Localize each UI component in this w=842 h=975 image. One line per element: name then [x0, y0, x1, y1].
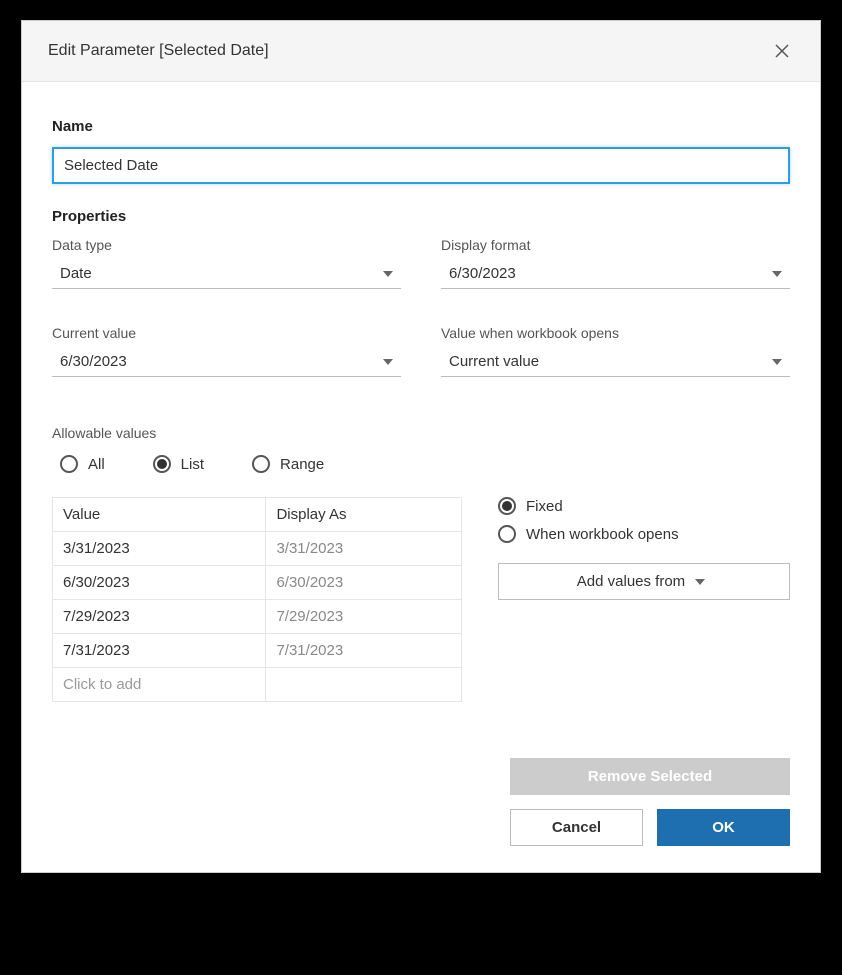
display-format-field: Display format 6/30/2023 — [441, 237, 790, 289]
chevron-down-icon — [383, 359, 393, 365]
properties-grid: Data type Date Display format 6/30/2023 … — [52, 237, 790, 377]
allowable-all-radio[interactable]: All — [60, 455, 105, 473]
table-row[interactable]: 7/29/2023 7/29/2023 — [53, 600, 462, 634]
cell-value: 6/30/2023 — [53, 566, 266, 600]
add-values-label: Add values from — [577, 573, 685, 590]
allowable-list-radio[interactable]: List — [153, 455, 204, 473]
chevron-down-icon — [772, 271, 782, 277]
allowable-values-radios: All List Range — [52, 455, 790, 473]
dialog-footer: Remove Selected Cancel OK — [52, 758, 790, 846]
radio-icon — [60, 455, 78, 473]
cell-display: 7/29/2023 — [266, 600, 462, 634]
add-placeholder-display — [266, 668, 462, 702]
values-table: Value Display As 3/31/2023 3/31/2023 6/3… — [52, 497, 462, 702]
current-value-label: Current value — [52, 325, 401, 341]
table-add-row[interactable]: Click to add — [53, 668, 462, 702]
allowable-values-label: Allowable values — [52, 425, 790, 441]
data-type-field: Data type Date — [52, 237, 401, 289]
chevron-down-icon — [772, 359, 782, 365]
cell-value: 7/31/2023 — [53, 634, 266, 668]
update-mode-radios: Fixed When workbook opens — [498, 497, 790, 543]
cell-display: 7/31/2023 — [266, 634, 462, 668]
value-when-open-field: Value when workbook opens Current value — [441, 325, 790, 377]
data-type-value: Date — [60, 265, 92, 282]
display-format-select[interactable]: 6/30/2023 — [441, 261, 790, 289]
header-value: Value — [53, 498, 266, 532]
name-label: Name — [52, 118, 790, 135]
fixed-radio[interactable]: Fixed — [498, 497, 790, 515]
edit-parameter-dialog: Edit Parameter [Selected Date] Name Prop… — [21, 20, 821, 873]
cell-display: 3/31/2023 — [266, 532, 462, 566]
close-icon[interactable] — [770, 39, 794, 63]
allowable-all-label: All — [88, 456, 105, 473]
value-when-open-value: Current value — [449, 353, 539, 370]
current-value-value: 6/30/2023 — [60, 353, 127, 370]
dialog-content: Name Properties Data type Date Display f… — [22, 82, 820, 872]
chevron-down-icon — [695, 579, 705, 585]
add-values-from-button[interactable]: Add values from — [498, 563, 790, 600]
radio-icon — [252, 455, 270, 473]
current-value-select[interactable]: 6/30/2023 — [52, 349, 401, 377]
display-format-value: 6/30/2023 — [449, 265, 516, 282]
data-type-label: Data type — [52, 237, 401, 253]
current-value-field: Current value 6/30/2023 — [52, 325, 401, 377]
table-row[interactable]: 7/31/2023 7/31/2023 — [53, 634, 462, 668]
value-when-open-select[interactable]: Current value — [441, 349, 790, 377]
header-display: Display As — [266, 498, 462, 532]
remove-selected-button: Remove Selected — [510, 758, 790, 795]
allowable-range-radio[interactable]: Range — [252, 455, 324, 473]
cell-display: 6/30/2023 — [266, 566, 462, 600]
dialog-title: Edit Parameter [Selected Date] — [48, 42, 269, 60]
allowable-list-label: List — [181, 456, 204, 473]
add-placeholder: Click to add — [53, 668, 266, 702]
radio-icon — [498, 525, 516, 543]
radio-icon — [153, 455, 171, 473]
cell-value: 7/29/2023 — [53, 600, 266, 634]
dialog-titlebar: Edit Parameter [Selected Date] — [22, 21, 820, 82]
display-format-label: Display format — [441, 237, 790, 253]
table-row[interactable]: 6/30/2023 6/30/2023 — [53, 566, 462, 600]
allowable-range-label: Range — [280, 456, 324, 473]
fixed-label: Fixed — [526, 498, 563, 515]
data-type-select[interactable]: Date — [52, 261, 401, 289]
when-workbook-opens-radio[interactable]: When workbook opens — [498, 525, 790, 543]
lower-section: Value Display As 3/31/2023 3/31/2023 6/3… — [52, 497, 790, 702]
ok-button[interactable]: OK — [657, 809, 790, 846]
when-workbook-opens-label: When workbook opens — [526, 526, 679, 543]
value-when-open-label: Value when workbook opens — [441, 325, 790, 341]
properties-label: Properties — [52, 208, 790, 225]
name-input[interactable] — [52, 147, 790, 184]
right-column: Fixed When workbook opens Add values fro… — [498, 497, 790, 600]
cancel-button[interactable]: Cancel — [510, 809, 643, 846]
table-row[interactable]: 3/31/2023 3/31/2023 — [53, 532, 462, 566]
chevron-down-icon — [383, 271, 393, 277]
cell-value: 3/31/2023 — [53, 532, 266, 566]
radio-icon — [498, 497, 516, 515]
